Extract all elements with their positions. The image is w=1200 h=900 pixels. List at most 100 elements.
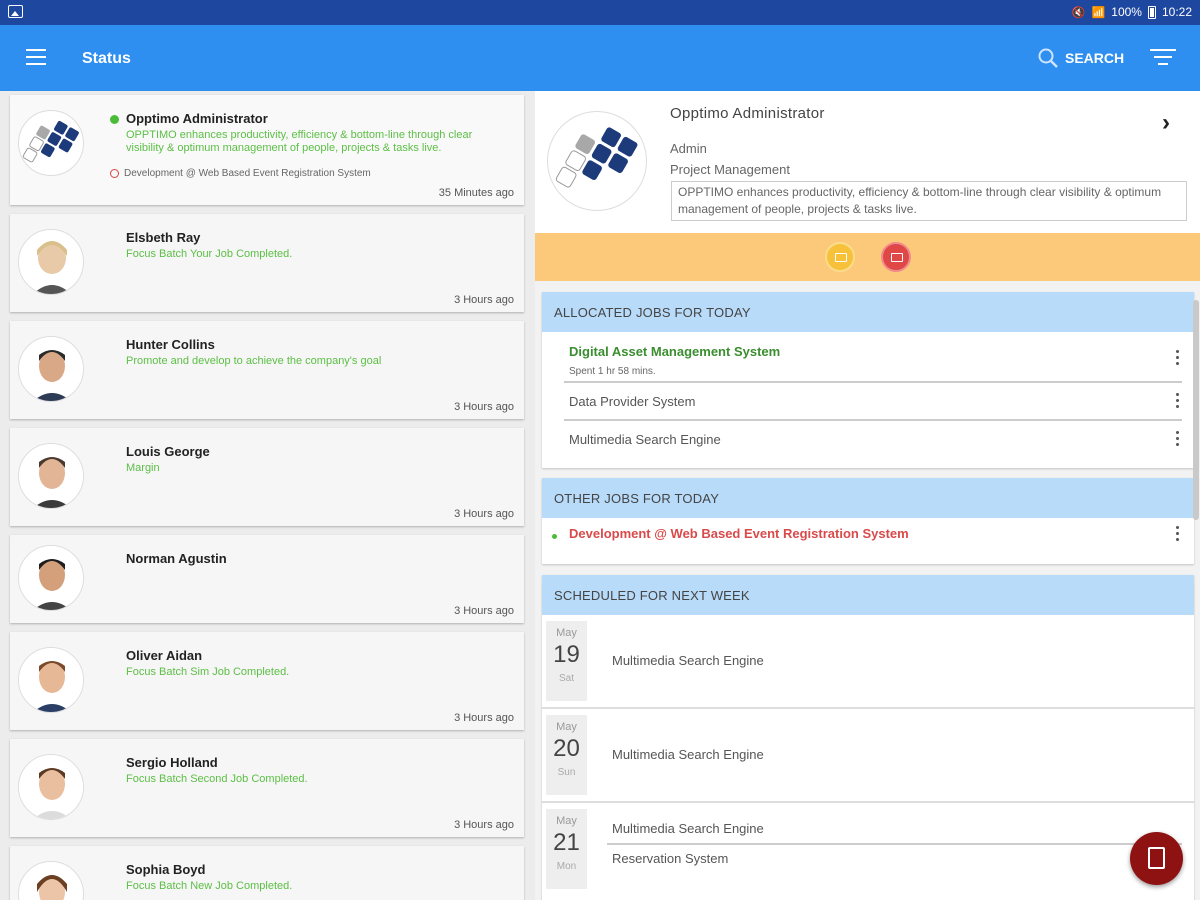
opptimo-logo [18,110,84,176]
date-month: May [556,627,577,639]
job-title: Multimedia Search Engine [569,432,721,447]
contact-name: Louis George [126,444,210,459]
clock: 10:22 [1161,5,1192,19]
scrollbar[interactable] [1193,300,1199,520]
detail-pane: Opptimo Administrator › Admin Project Ma… [535,91,1200,900]
clipboard-icon [1148,847,1165,869]
contact-current-job: Development @ Web Based Event Registrati… [110,168,371,179]
contact-time: 3 Hours ago [454,819,514,831]
contact-message: Promote and develop to achieve the compa… [126,355,382,367]
contact-card-sophia-boyd[interactable]: Sophia Boyd Focus Batch New Job Complete… [10,846,524,900]
filter-icon[interactable] [1150,49,1176,67]
contact-name: Opptimo Administrator [126,111,268,126]
contact-name: Norman Agustin [126,551,227,566]
chevron-right-icon[interactable]: › [1162,109,1170,137]
wifi-icon: 📶 [1091,6,1106,19]
more-options-icon[interactable] [1176,393,1180,411]
contact-message: Margin [126,462,160,474]
profile-logo [547,111,647,211]
online-status-icon [110,115,119,124]
status-dot-icon [552,534,557,539]
date-box: May 21 Mon [546,809,587,889]
contact-card-elsbeth-ray[interactable]: Elsbeth Ray Focus Batch Your Job Complet… [10,214,524,312]
contact-message: Focus Batch Second Job Completed. [126,773,308,785]
avatar [18,647,84,713]
contact-card-oliver-aidan[interactable]: Oliver Aidan Focus Batch Sim Job Complet… [10,632,524,730]
search-label: SEARCH [1065,50,1125,66]
contact-card-sergio-holland[interactable]: Sergio Holland Focus Batch Second Job Co… [10,739,524,837]
contact-time: 3 Hours ago [454,508,514,520]
profile-name: Opptimo Administrator [670,105,825,122]
contact-card-opptimo-administrator[interactable]: Opptimo Administrator OPPTIMO enhances p… [10,95,524,205]
contact-card-hunter-collins[interactable]: Hunter Collins Promote and develop to ac… [10,321,524,419]
avatar [18,443,84,509]
profile-role: Admin [670,141,707,156]
search-icon [1038,48,1058,68]
contact-message: Focus Batch Your Job Completed. [126,248,293,260]
job-status-icon [110,169,119,178]
scheduled-job: Multimedia Search Engine [612,653,764,668]
more-options-icon[interactable] [1176,431,1180,449]
date-weekday: Sat [558,673,574,684]
scheduled-day[interactable]: May 20 Sun Multimedia Search Engine [542,709,1194,803]
job-row[interactable]: Multimedia Search Engine [564,421,1182,459]
profile-description: OPPTIMO enhances productivity, efficienc… [671,181,1187,221]
date-day: 19 [553,641,580,668]
contact-time: 35 Minutes ago [438,187,514,199]
scheduled-day[interactable]: May 19 Sat Multimedia Search Engine [542,615,1194,709]
date-month: May [556,721,577,733]
date-day: 20 [553,735,580,762]
job-row[interactable]: Digital Asset Management System Spent 1 … [564,334,1182,383]
job-title: Data Provider System [569,394,696,409]
date-month: May [556,815,577,827]
contact-name: Sophia Boyd [126,862,206,877]
job-title: Digital Asset Management System [569,344,781,359]
menu-icon[interactable] [26,49,46,65]
contact-name: Hunter Collins [126,337,215,352]
job-title: Development @ Web Based Event Registrati… [569,526,909,541]
mail-button[interactable] [825,242,855,272]
other-jobs-section: OTHER JOBS FOR TODAY Development @ Web B… [542,478,1194,564]
job-time-spent: Spent 1 hr 58 mins. [569,366,656,377]
date-box: May 19 Sat [546,621,587,701]
search-button[interactable]: SEARCH [1037,47,1124,69]
more-options-icon[interactable] [1176,526,1180,544]
scheduled-job: Multimedia Search Engine [612,821,764,836]
divider [607,843,1182,845]
date-weekday: Mon [556,861,577,872]
contact-list[interactable]: Opptimo Administrator OPPTIMO enhances p… [0,91,535,900]
mail-icon [835,253,847,262]
contact-card-norman-agustin[interactable]: Norman Agustin 3 Hours ago [10,535,524,623]
scheduled-day[interactable]: May 21 Mon Multimedia Search Engine Rese… [542,803,1194,897]
avatar [18,861,84,900]
battery-percent: 100% [1111,5,1142,19]
avatar [18,336,84,402]
book-button[interactable] [881,242,911,272]
scheduled-heading: SCHEDULED FOR NEXT WEEK [542,575,1194,615]
contact-name: Elsbeth Ray [126,230,201,245]
contact-time: 3 Hours ago [454,294,514,306]
add-task-button[interactable] [1130,832,1183,885]
action-bar [535,233,1200,281]
contact-message: OPPTIMO enhances productivity, efficienc… [126,129,473,154]
status-indicators: 🔇 📶 100% 10:22 [1072,5,1192,19]
scheduled-section: SCHEDULED FOR NEXT WEEK May 19 Sat Multi… [542,575,1194,900]
system-status-bar: 🔇 📶 100% 10:22 [0,0,1200,25]
job-row[interactable]: Development @ Web Based Event Registrati… [552,518,1182,556]
job-row[interactable]: Data Provider System [564,383,1182,421]
contact-card-louis-george[interactable]: Louis George Margin 3 Hours ago [10,428,524,526]
mute-icon: 🔇 [1071,6,1086,19]
contact-message: Focus Batch Sim Job Completed. [126,666,290,678]
profile-department: Project Management [670,162,790,177]
date-box: May 20 Sun [546,715,587,795]
scheduled-job: Reservation System [612,851,729,866]
book-icon [891,253,903,262]
avatar [18,229,84,295]
current-job-label: Development @ Web Based Event Registrati… [124,168,371,179]
battery-icon [1147,5,1156,19]
allocated-jobs-section: ALLOCATED JOBS FOR TODAY Digital Asset M… [542,292,1194,468]
profile-header: Opptimo Administrator › Admin Project Ma… [535,91,1200,233]
date-weekday: Sun [557,767,576,778]
contact-time: 3 Hours ago [454,401,514,413]
more-options-icon[interactable] [1176,350,1180,368]
